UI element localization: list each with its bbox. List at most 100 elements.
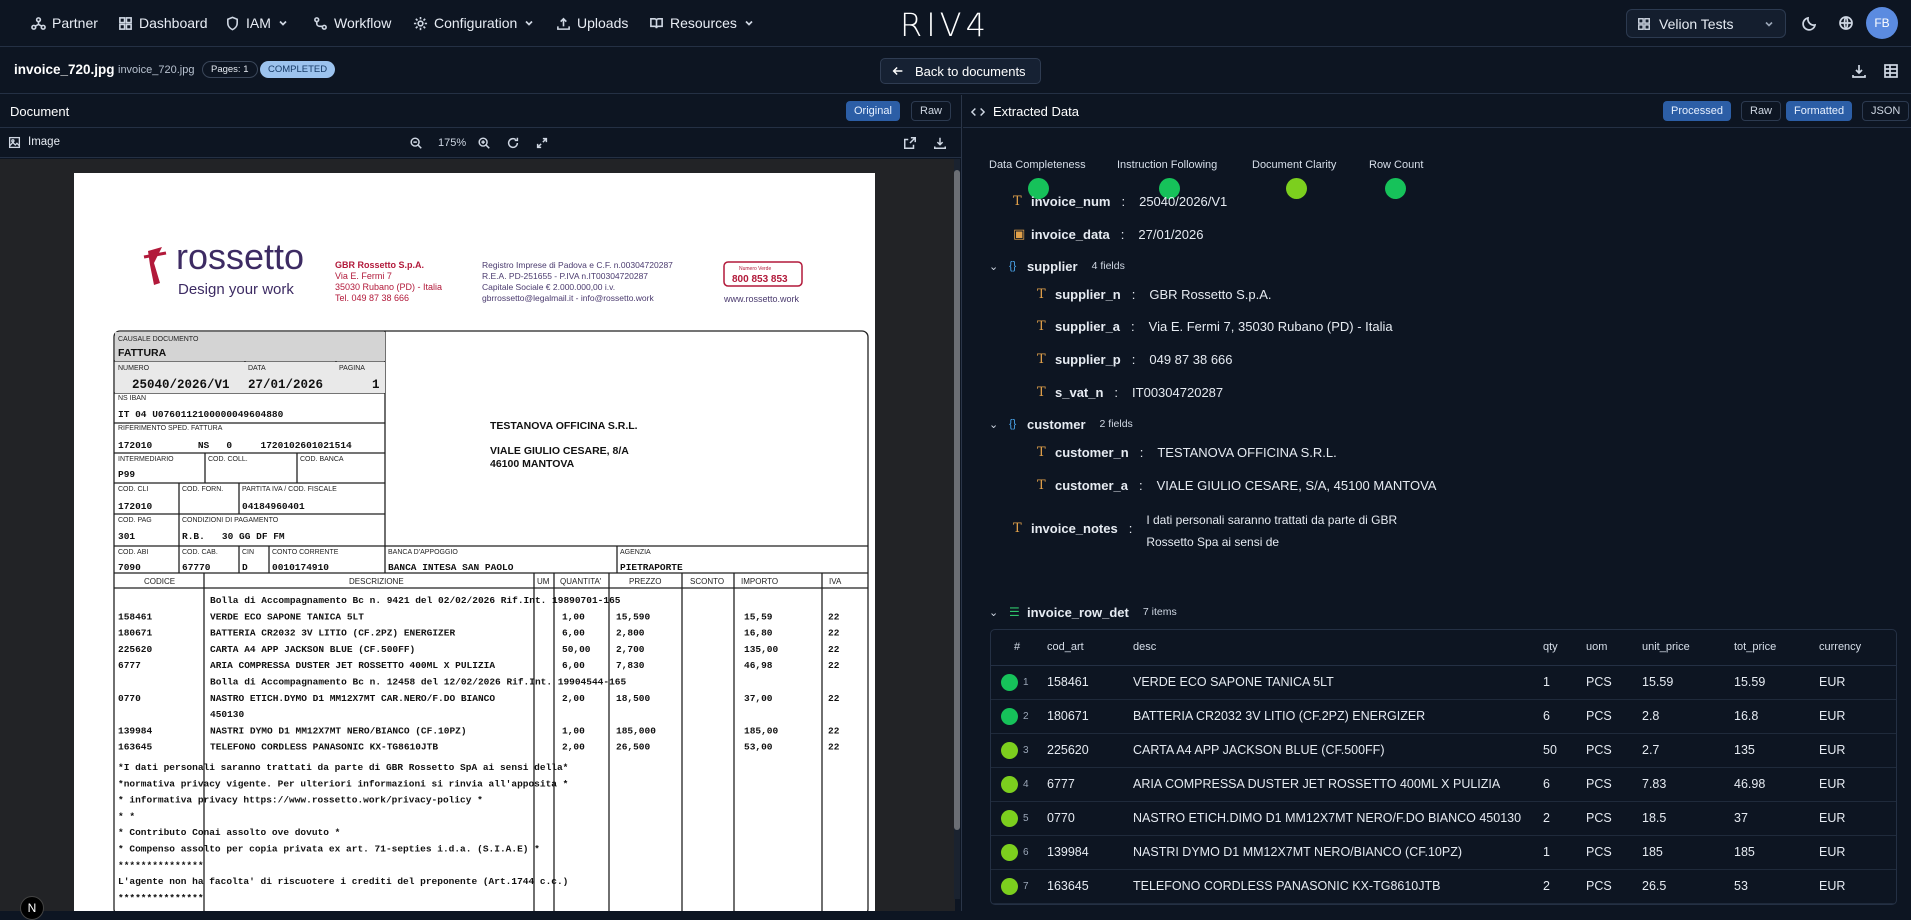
cell-unit-price: 185: [1642, 835, 1734, 870]
field-s-vat-n[interactable]: T s_vat_n : IT00304720287: [1037, 382, 1223, 402]
back-to-documents-button[interactable]: Back to documents: [880, 58, 1041, 84]
table-row[interactable]: 1 158461 VERDE ECO SAPONE TANICA 5LT 1 PCS 15…: [991, 665, 1896, 700]
open-external-button[interactable]: [899, 132, 921, 154]
field-supplier-n[interactable]: T supplier_n : GBR Rossetto S.p.A.: [1037, 284, 1271, 304]
cell-uom: PCS: [1586, 869, 1642, 904]
document-viewer[interactable]: rossetto Design your work GBR Rossetto S…: [0, 159, 955, 911]
language-button[interactable]: [1835, 12, 1857, 34]
field-invoice-notes[interactable]: T invoice_notes : I dati personali saran…: [1013, 509, 1397, 551]
field-supplier-a[interactable]: T supplier_a : Via E. Fermi 7, 35030 Rub…: [1037, 316, 1393, 336]
zoom-out-button[interactable]: [405, 132, 427, 154]
svg-text:R.E.A. PD-251655 - P.IVA n.IT0: R.E.A. PD-251655 - P.IVA n.IT00304720287: [482, 271, 648, 281]
field-invoice-data[interactable]: ▣ invoice_data : 27/01/2026: [1013, 224, 1203, 244]
field-supplier-p[interactable]: T supplier_p : 049 87 38 666: [1037, 349, 1233, 369]
field-customer-a[interactable]: T customer_a : VIALE GIULIO CESARE, S/A,…: [1037, 475, 1436, 495]
raw-toggle[interactable]: Raw: [911, 101, 952, 121]
nav-partner[interactable]: Partner: [31, 12, 98, 34]
layout-button[interactable]: [1880, 60, 1902, 82]
table-row[interactable]: 6 139984 NASTRI DYMO D1 MM12X7MT NERO/BIAN…: [991, 835, 1896, 870]
svg-text:IVA: IVA: [829, 577, 842, 586]
invoice-line-c: 163645: [118, 742, 153, 753]
svg-text:DATA: DATA: [248, 365, 266, 372]
table-row[interactable]: 5 0770 NASTRO ETICH.DIMO D1 MM12X7MT NERO/…: [991, 801, 1896, 836]
viewer-scroll-thumb[interactable]: [954, 170, 960, 830]
cell-desc: VERDE ECO SAPONE TANICA 5LT: [1133, 665, 1543, 700]
group-customer[interactable]: ⌄ {} customer 2 fields: [989, 414, 1133, 434]
svg-text:NS IBAN: NS IBAN: [118, 395, 146, 402]
cell-unit-price: 15.59: [1642, 665, 1734, 700]
cell-unit-price: 7.83: [1642, 767, 1734, 802]
grid-icon: [1638, 17, 1650, 30]
gear-icon: [413, 16, 428, 30]
avatar[interactable]: FB: [1866, 7, 1898, 39]
invoice-line-q: 1,00: [562, 611, 585, 622]
group-supplier[interactable]: ⌄ {} supplier 4 fields: [989, 256, 1125, 276]
svg-text:Tel. 049 87 38 666: Tel. 049 87 38 666: [335, 293, 409, 303]
nav-resources[interactable]: Resources: [649, 12, 755, 34]
floating-assistant-icon[interactable]: N: [20, 896, 44, 920]
invoice-line-i: 37,00: [744, 693, 773, 704]
fit-screen-button[interactable]: [531, 132, 553, 154]
theme-toggle-button[interactable]: [1799, 12, 1821, 34]
extracted-data-header: Extracted Data Processed Raw Formatted J…: [963, 95, 1911, 128]
raw-data-toggle[interactable]: Raw: [1741, 101, 1782, 121]
nav-dashboard[interactable]: Dashboard: [118, 12, 208, 34]
nav-uploads-label: Uploads: [577, 15, 629, 31]
zoom-in-button[interactable]: [473, 132, 495, 154]
json-toggle[interactable]: JSON: [1862, 101, 1910, 121]
nav-uploads[interactable]: Uploads: [556, 12, 628, 34]
svg-text:AGENZIA: AGENZIA: [620, 549, 651, 556]
table-row[interactable]: 7 163645 TELEFONO CORDLESS PANASONIC KX-TG…: [991, 869, 1896, 904]
document-file-name: invoice_720.jpg: [14, 62, 115, 77]
download-button[interactable]: [1848, 60, 1870, 82]
zoom-out-icon: [410, 137, 422, 149]
original-toggle[interactable]: Original: [846, 101, 900, 121]
invoice-line-p: 26,500: [616, 742, 651, 753]
row-confidence-dot: [1001, 877, 1018, 895]
cell-desc: TELEFONO CORDLESS PANASONIC KX-TG8610JTB: [1133, 869, 1543, 904]
svg-text:CAUSALE DOCUMENTO: CAUSALE DOCUMENTO: [118, 336, 199, 343]
invoice-note-line: * Compenso assolto per copia privata ex …: [118, 844, 540, 855]
row-confidence-dot: [1001, 775, 1018, 793]
field-invoice-num[interactable]: T invoice_num : 25040/2026/V1: [1013, 191, 1227, 211]
nav-resources-label: Resources: [670, 15, 737, 31]
nav-configuration[interactable]: Configuration: [413, 12, 535, 34]
nav-workflow[interactable]: Workflow: [313, 12, 391, 34]
cell-qty: 6: [1543, 699, 1586, 734]
group-invoice-row-det[interactable]: ⌄ ☰ invoice_row_det 7 items: [989, 602, 1177, 622]
download-image-button[interactable]: [929, 132, 951, 154]
extracted-data-title: Extracted Data: [993, 104, 1079, 119]
invoice-line-i: 185,00: [744, 725, 779, 736]
processed-toggle[interactable]: Processed: [1663, 101, 1731, 121]
rotate-button[interactable]: [502, 132, 524, 154]
svg-text:PREZZO: PREZZO: [629, 577, 661, 586]
cell-unit-price: 26.5: [1642, 869, 1734, 904]
notes-line-2: Rossetto Spa ai sensi de: [1146, 535, 1280, 549]
cell-cod-art: 158461: [1047, 665, 1133, 700]
svg-text:35030 Rubano (PD) - Italia: 35030 Rubano (PD) - Italia: [335, 282, 442, 292]
table-row[interactable]: 4 6777 ARIA COMPRESSA DUSTER JET ROSSETTO …: [991, 767, 1896, 802]
table-row[interactable]: 2 180671 BATTERIA CR2032 3V LITIO (CF.2PZ)…: [991, 699, 1896, 734]
download-icon: [934, 137, 946, 149]
svg-text:67770: 67770: [182, 562, 211, 573]
cell-currency: EUR: [1819, 869, 1896, 904]
svg-text:PARTITA IVA / COD. FISCALE: PARTITA IVA / COD. FISCALE: [242, 486, 337, 493]
text-type-icon: T: [1037, 318, 1046, 334]
image-label: Image: [28, 136, 60, 148]
panel-resize-handle[interactable]: [961, 95, 962, 911]
app-logo[interactable]: RIV4: [900, 6, 990, 44]
dashboard-icon: [119, 16, 132, 30]
workspace-selector[interactable]: Velion Tests: [1626, 9, 1786, 38]
row-confidence-dot: [1001, 741, 1018, 759]
invoice-line-v: 22: [828, 644, 840, 655]
invoice-line-v: 22: [828, 742, 840, 753]
field-customer-n[interactable]: T customer_n : TESTANOVA OFFICINA S.R.L.: [1037, 442, 1337, 462]
invoice-line-q: 2,00: [562, 742, 585, 753]
table-row[interactable]: 3 225620 CARTA A4 APP JACKSON BLUE (CF.500…: [991, 733, 1896, 768]
formatted-toggle[interactable]: Formatted: [1786, 101, 1853, 121]
chevron-down-icon: [279, 20, 287, 26]
svg-text:R.B. 30 GG DF FM: R.B. 30 GG DF FM: [182, 531, 285, 542]
rossetto-logo: rossetto Design your work: [143, 236, 304, 298]
nav-iam[interactable]: IAM: [225, 12, 289, 34]
notes-line-1: I dati personali saranno trattati da par…: [1146, 513, 1398, 527]
